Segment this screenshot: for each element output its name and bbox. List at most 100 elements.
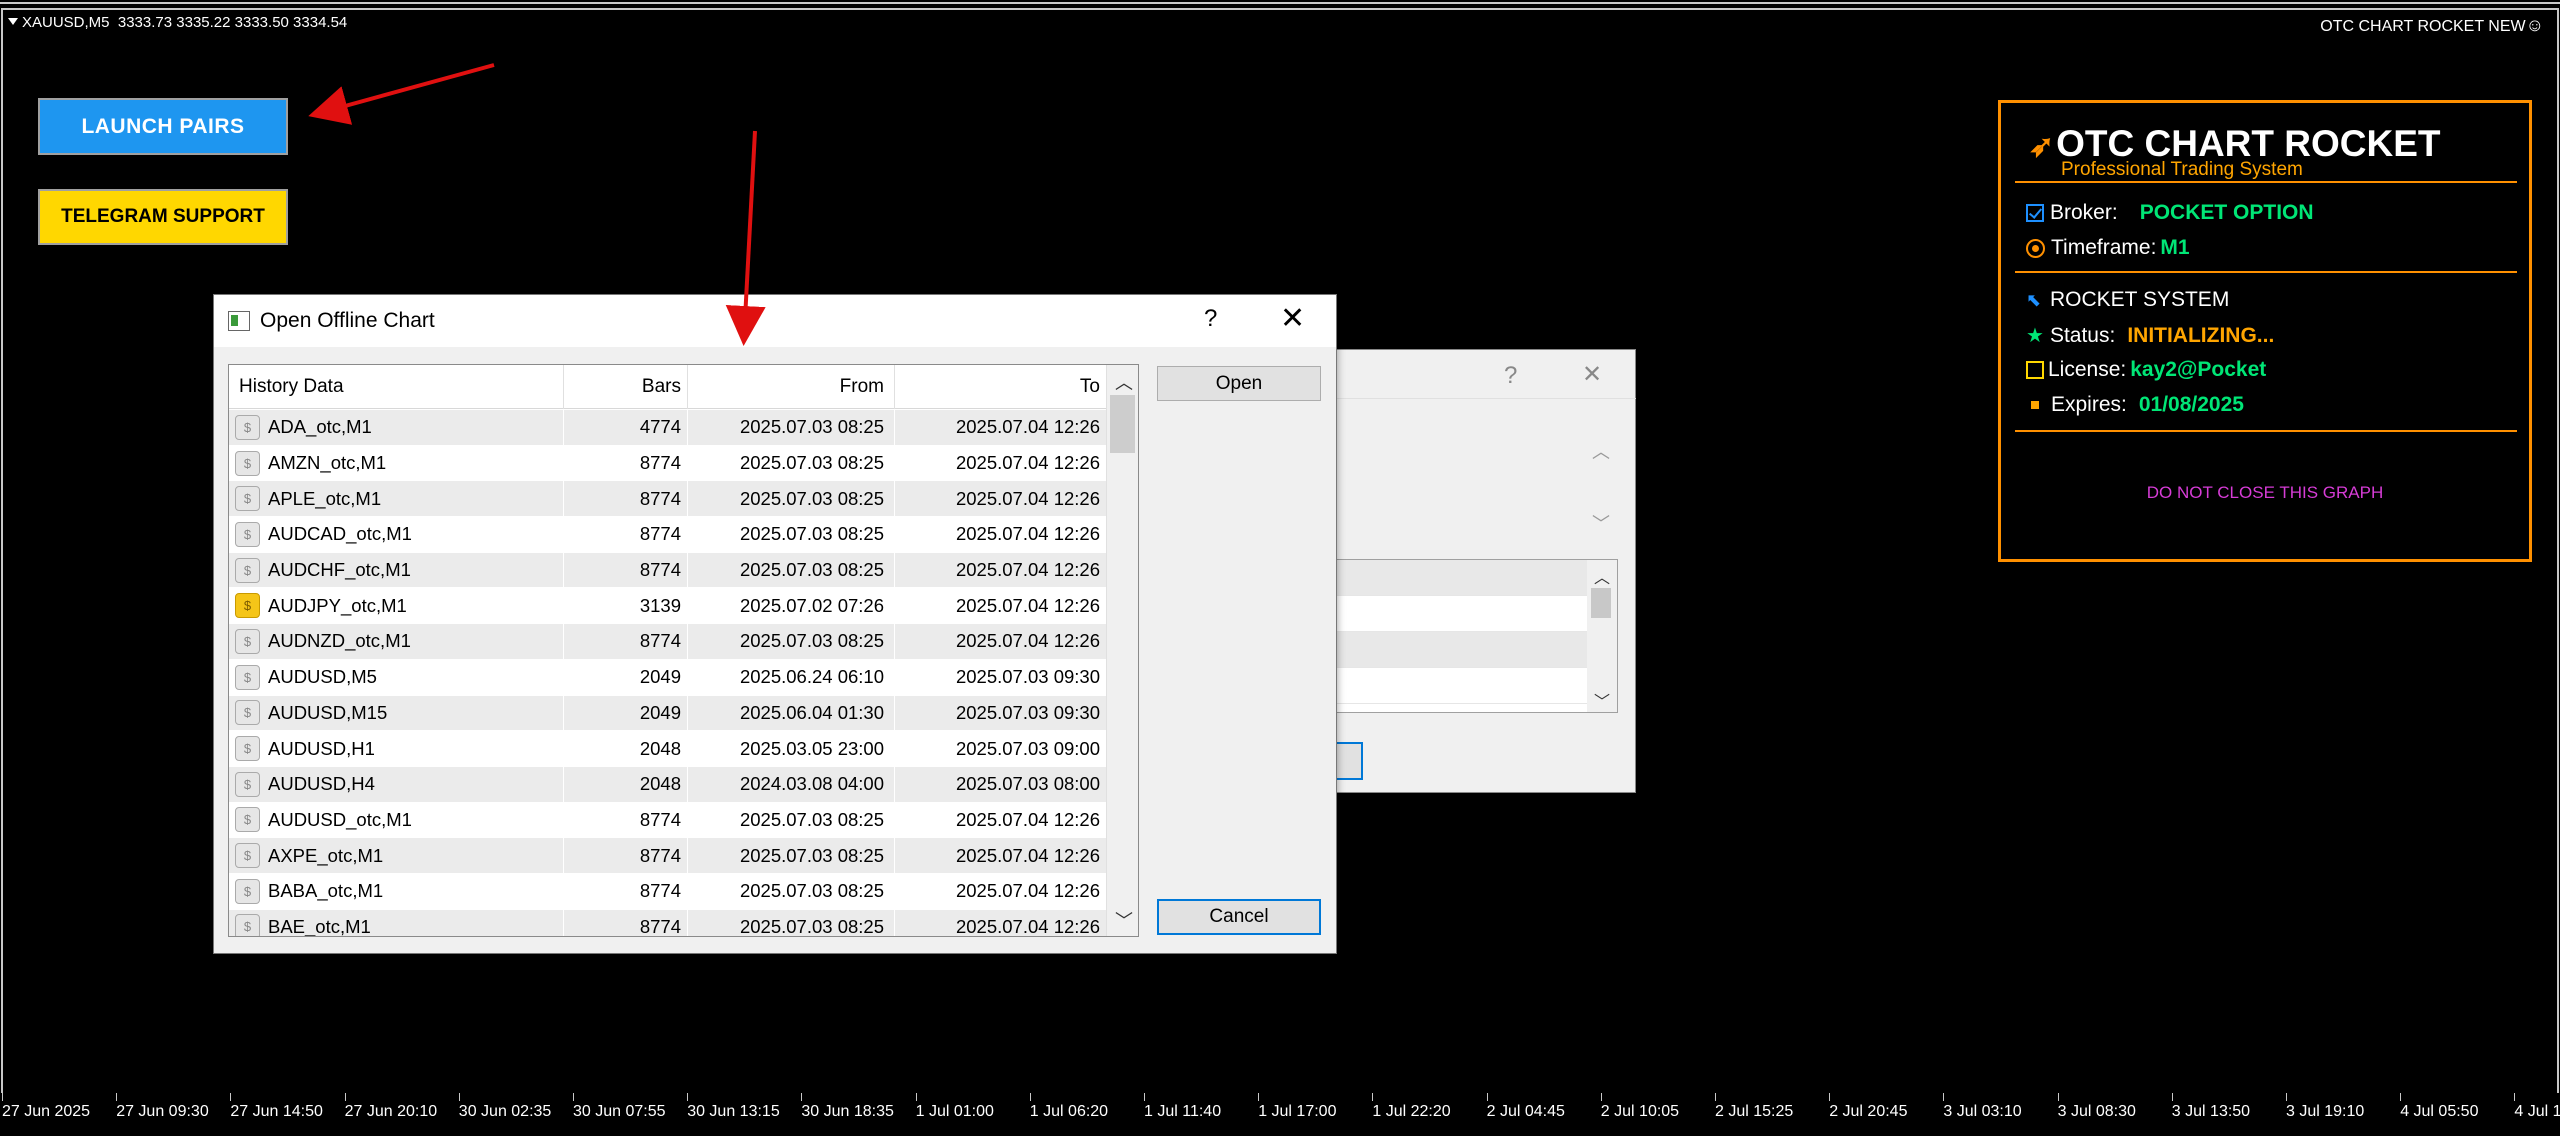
history-table[interactable]: History Data Bars From To $ ADA_otc,M1 477… <box>228 364 1139 937</box>
table-row[interactable]: $ AUDNZD_otc,M1 8774 2025.07.03 08:25 2025.0… <box>229 624 1106 660</box>
close-icon[interactable]: ✕ <box>1280 301 1305 336</box>
help-icon[interactable]: ? <box>1204 305 1217 333</box>
column-header-history[interactable]: History Data <box>229 365 564 409</box>
close-icon[interactable]: ✕ <box>1582 360 1602 389</box>
time-label: 27 Jun 20:10 <box>344 1103 438 1120</box>
timeframe-row: Timeframe: M1 <box>2026 236 2190 260</box>
status-label: Status: <box>2049 323 2116 347</box>
column-header-bars[interactable]: Bars <box>564 365 688 409</box>
cell-text: BABA_otc,M1 <box>268 880 384 902</box>
scroll-thumb[interactable] <box>1110 395 1135 453</box>
scroll-thumb[interactable] <box>1591 588 1611 618</box>
symbol-icon: $ <box>235 486 260 512</box>
status-value: INITIALIZING... <box>2127 323 2275 347</box>
dialog-titlebar[interactable]: Open Offline Chart ? ✕ <box>214 295 1336 347</box>
timeframe-value: M1 <box>2160 236 2190 259</box>
launch-pairs-button[interactable]: LAUNCH PAIRS <box>38 98 288 155</box>
smiley-icon: ☺ <box>2525 15 2544 35</box>
symbol-icon: $ <box>235 521 260 547</box>
status-row: ★ Status: INITIALIZING... <box>2026 323 2274 348</box>
table-row[interactable]: $ BABA_otc,M1 8774 2025.07.03 08:25 2025.07.… <box>229 873 1106 910</box>
scroll-down-icon[interactable]: ﹀ <box>1594 688 1610 712</box>
time-tick <box>2400 1093 2402 1101</box>
table-row[interactable]: $ BAE_otc,M1 8774 2025.07.03 08:25 2025.07.0… <box>229 909 1106 936</box>
symbol-icon: $ <box>235 736 260 762</box>
cell-bars: 8774 <box>564 445 688 481</box>
table-row[interactable]: $ AUDUSD,M5 2049 2025.06.24 06:10 2025.07.03… <box>229 659 1106 696</box>
open-offline-chart-dialog: Open Offline Chart ? ✕ History Data Bars… <box>213 294 1337 954</box>
cancel-button[interactable]: Cancel <box>1157 899 1321 935</box>
symbol-icon: $ <box>235 771 260 797</box>
time-label: 1 Jul 01:00 <box>915 1103 994 1120</box>
table-row[interactable]: $ AMZN_otc,M1 8774 2025.07.03 08:25 2025.07.… <box>229 445 1106 482</box>
table-row[interactable]: $ AUDUSD,H4 2048 2024.03.08 04:00 2025.07.03… <box>229 766 1106 803</box>
chart-top-border <box>0 2 2560 4</box>
table-row[interactable]: $ AUDCAD_otc,M1 8774 2025.07.03 08:25 2025.0… <box>229 517 1106 553</box>
cell-bars: 8774 <box>564 838 688 873</box>
table-row[interactable]: $ APLE_otc,M1 8774 2025.07.03 08:25 2025.07.… <box>229 481 1106 518</box>
time-label: 2 Jul 15:25 <box>1715 1103 1794 1120</box>
symbol-icon: $ <box>235 700 260 726</box>
scroll-down-icon[interactable]: ﹀ <box>1115 907 1133 933</box>
rocket-icon: ➶ <box>2029 130 2055 163</box>
broker-row: Broker: POCKET OPTION <box>2026 201 2314 225</box>
cell-to: 2025.07.04 12:26 <box>955 844 1100 866</box>
panel-title-text: OTC CHART ROCKET <box>2056 123 2441 164</box>
column-header-from[interactable]: From <box>688 365 895 409</box>
cell-from: 2025.03.05 23:00 <box>688 731 895 766</box>
cell-from: 2025.07.03 08:25 <box>688 909 895 936</box>
license-label: License: <box>2048 358 2127 381</box>
dropdown-triangle-icon[interactable] <box>8 18 18 25</box>
list-item[interactable] <box>1332 596 1617 632</box>
expires-value: 01/08/2025 <box>2138 393 2244 416</box>
cell-bars: 8774 <box>564 873 688 909</box>
scrollbar[interactable]: ︿ ﹀ <box>1587 560 1617 712</box>
table-row[interactable]: $ AUDUSD_otc,M1 8774 2025.07.03 08:25 2025.0… <box>229 802 1106 839</box>
symbol-info: XAUUSD,M5 3333.73 3335.22 3333.50 3334.5… <box>8 14 347 31</box>
cell-from: 2025.07.03 08:25 <box>688 517 895 552</box>
chevron-up-icon[interactable]: ︿ <box>1592 438 1610 464</box>
time-tick <box>2 1093 3 1101</box>
cell-bars: 8774 <box>564 909 688 936</box>
time-label: 1 Jul 17:00 <box>1258 1103 1337 1120</box>
cell-to: 2025.07.03 09:30 <box>955 666 1100 688</box>
list-item[interactable] <box>1332 560 1617 596</box>
list-box[interactable]: ︿ ﹀ <box>1331 559 1618 713</box>
table-row[interactable]: $ AUDJPY_otc,M1 3139 2025.07.02 07:26 2025.0… <box>229 588 1106 625</box>
symbol-icon: $ <box>235 914 260 936</box>
table-row[interactable]: $ AXPE_otc,M1 8774 2025.07.03 08:25 2025.07.… <box>229 838 1106 874</box>
symbol-icon: $ <box>235 557 260 583</box>
checkbox-icon <box>2026 204 2044 222</box>
scroll-up-icon[interactable]: ︿ <box>1115 369 1133 395</box>
table-row[interactable]: $ AUDCHF_otc,M1 8774 2025.07.03 08:25 2025.0… <box>229 552 1106 589</box>
timeframe-label: Timeframe: <box>2051 236 2157 259</box>
column-header-to[interactable]: To <box>895 365 1106 409</box>
chevron-down-icon[interactable]: ﹀ <box>1592 510 1610 536</box>
scroll-up-icon[interactable]: ︿ <box>1594 564 1610 588</box>
list-item[interactable] <box>1332 668 1617 704</box>
cell-text: AMZN_otc,M1 <box>268 452 387 474</box>
broker-label: Broker: <box>2050 201 2118 224</box>
cell-text: AUDNZD_otc,M1 <box>268 630 411 652</box>
list-item[interactable] <box>1332 632 1617 668</box>
info-panel: ➶OTC CHART ROCKET Professional Trading S… <box>1998 100 2532 562</box>
help-icon[interactable]: ? <box>1504 362 1517 390</box>
time-label: 1 Jul 22:20 <box>1372 1103 1451 1120</box>
vertical-scrollbar[interactable]: ︿ ﹀ <box>1106 365 1138 936</box>
time-tick <box>1943 1093 1945 1101</box>
cell-text: AUDUSD_otc,M1 <box>268 808 412 830</box>
table-row[interactable]: $ AUDUSD,H1 2048 2025.03.05 23:00 2025.07.03… <box>229 731 1106 767</box>
chart-window-icon <box>228 311 250 331</box>
table-row[interactable]: $ AUDUSD,M15 2049 2025.06.04 01:30 2025.07.0… <box>229 695 1106 732</box>
cell-bars: 8774 <box>564 517 688 552</box>
table-header: History Data Bars From To <box>229 365 1106 409</box>
time-label: 1 Jul 11:40 <box>1144 1103 1222 1120</box>
open-button[interactable]: Open <box>1157 366 1321 401</box>
license-box-icon <box>2026 361 2044 379</box>
time-axis: 27 Jun 2025 27 Jun 09:30 27 Jun 14:50 27 Ju… <box>0 1093 2560 1136</box>
cell-from: 2025.07.03 08:25 <box>688 873 895 909</box>
telegram-support-button[interactable]: TELEGRAM SUPPORT <box>38 189 288 245</box>
divider <box>2015 430 2517 432</box>
table-row[interactable]: $ ADA_otc,M1 4774 2025.07.03 08:25 2025.07.0… <box>229 410 1106 446</box>
license-value: kay2@Pocket <box>2130 358 2267 381</box>
